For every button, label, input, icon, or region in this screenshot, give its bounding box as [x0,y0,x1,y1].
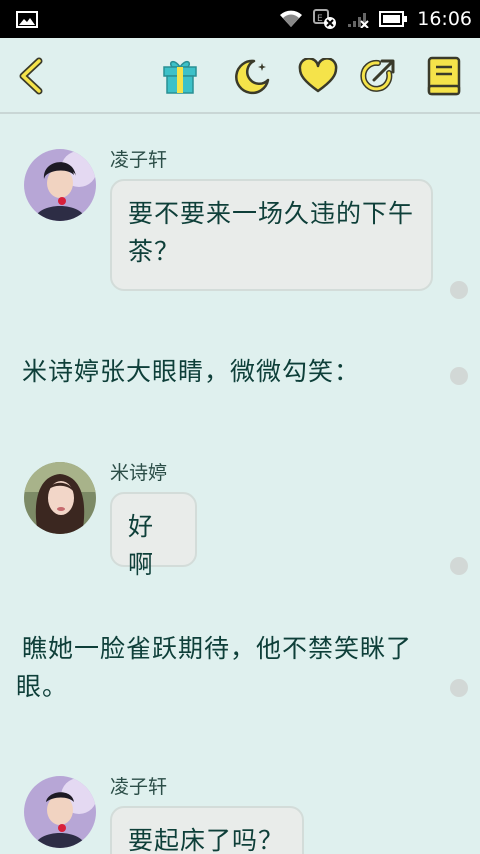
avatar-ling-zixuan[interactable] [24,776,96,848]
book-icon [427,56,461,96]
data-off-icon: E [313,9,337,29]
clock: 16:06 [417,8,472,30]
share-button[interactable] [356,54,400,98]
wifi-icon [280,10,303,27]
signal-icon [348,13,369,28]
catalog-button[interactable] [422,54,466,98]
back-button[interactable] [8,54,52,98]
chat-bubble[interactable]: 要起床了吗？ [110,806,304,854]
comment-dot[interactable] [450,679,468,697]
narration-text: 瞧她一脸雀跃期待，他不禁笑眯了眼。 [16,634,413,701]
share-icon [360,59,395,92]
back-icon [19,57,43,95]
heart-icon [298,58,338,93]
favorite-button[interactable] [296,54,340,98]
status-bar: E 16:06 [0,0,480,38]
speaker-name: 凌子轩 [110,776,168,798]
speaker-name: 凌子轩 [110,149,168,171]
gift-button[interactable] [158,54,202,98]
speaker-name: 米诗婷 [110,462,168,484]
chat-bubble[interactable]: 好啊 [110,492,197,579]
moon-icon [235,59,270,95]
avatar-mi-shiting[interactable] [24,462,96,534]
comment-dot[interactable] [450,367,468,385]
comment-dot[interactable] [450,557,468,575]
battery-icon [379,11,408,27]
chat-bubble[interactable]: 要不要来一场久违的下午茶？ [110,179,433,291]
narration-text: 米诗婷张大眼睛，微微勾笑： [22,357,361,386]
svg-text:E: E [317,14,323,24]
gallery-icon [16,11,38,28]
reader-toolbar [0,38,480,114]
chat-story-content[interactable]: 凌子轩 要不要来一场久违的下午茶？ 米诗婷张大眼睛，微微勾笑： 米诗婷 好啊 瞧… [0,116,480,854]
gift-icon [163,60,197,94]
night-mode-button[interactable] [230,54,274,98]
avatar-ling-zixuan[interactable] [24,149,96,221]
comment-dot[interactable] [450,281,468,299]
